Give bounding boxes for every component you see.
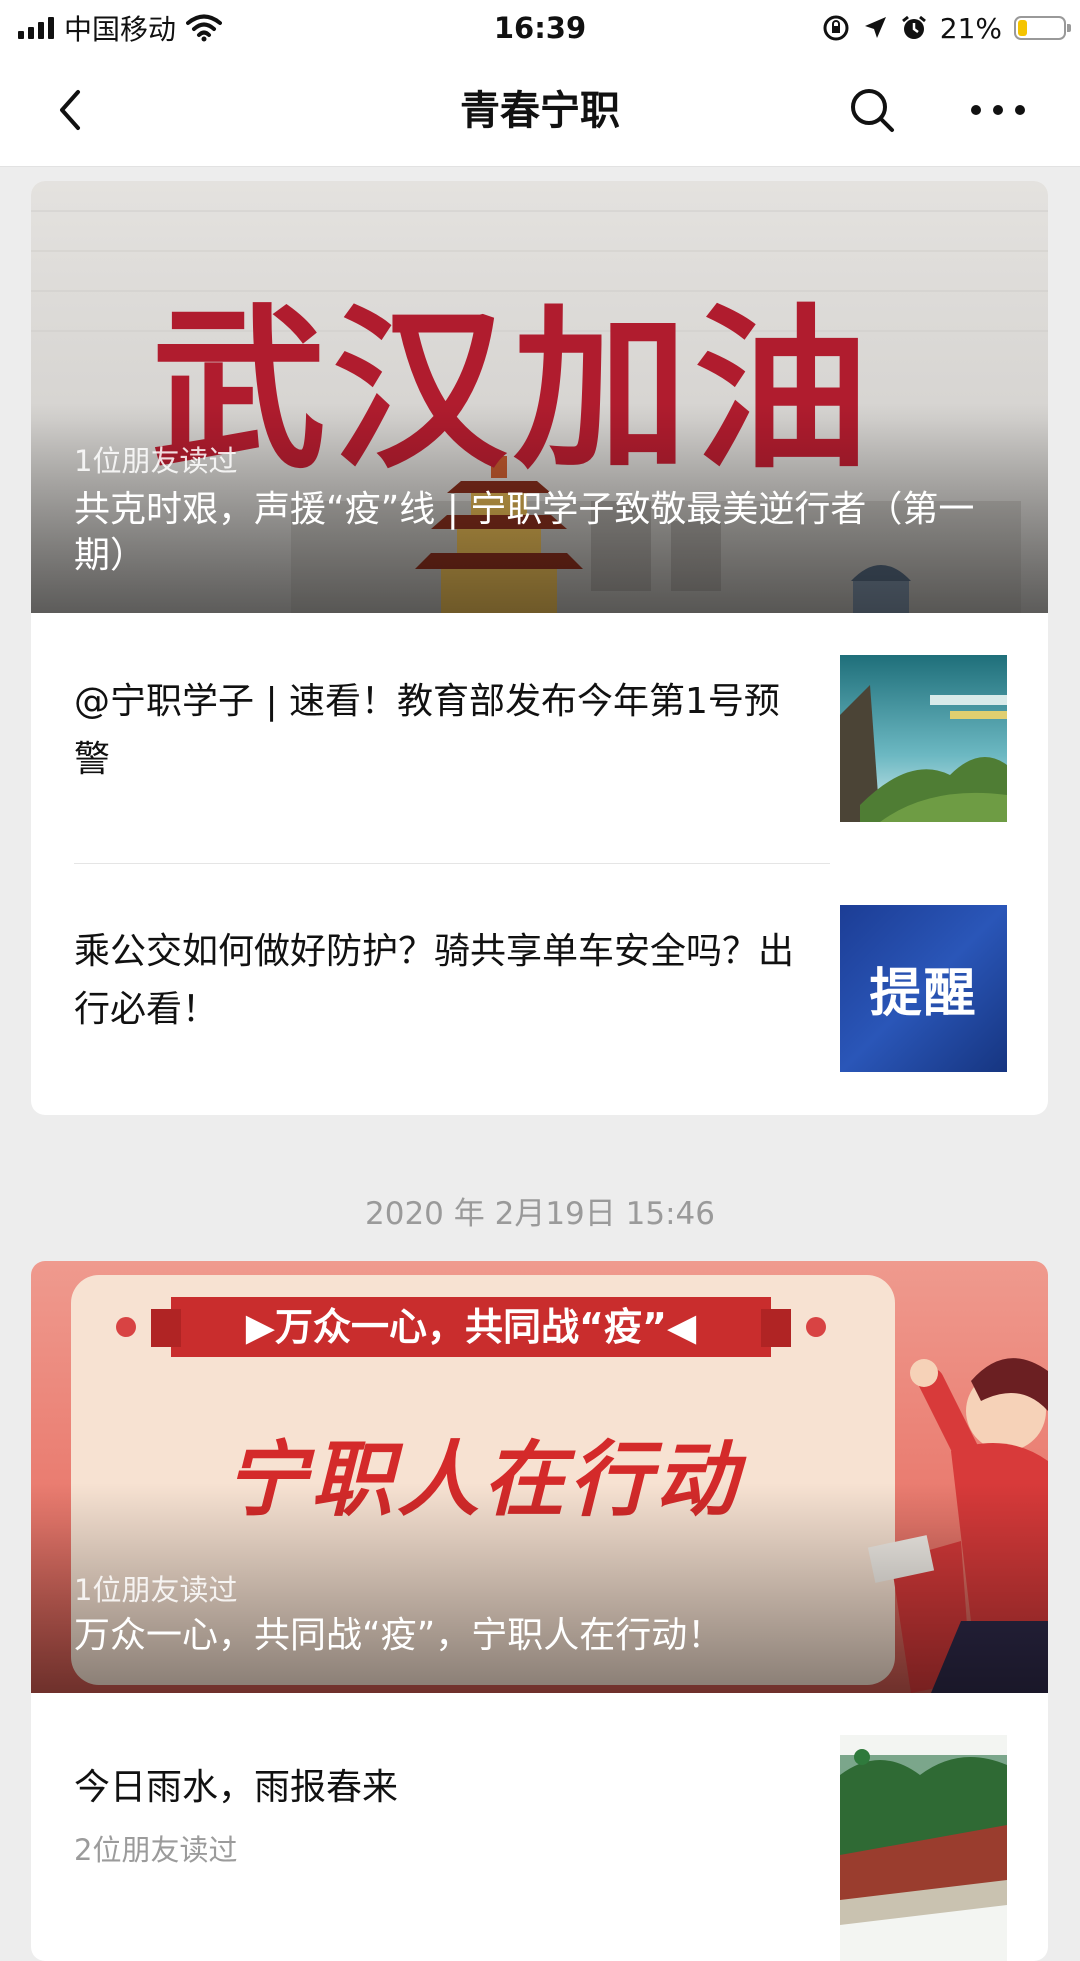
article-readers-count: 2位朋友读过: [74, 1833, 238, 1867]
article-list-item[interactable]: 乘公交如何做好防护？骑共享单车安全吗？出行必看！ 提醒: [31, 863, 1048, 1113]
featured-article[interactable]: ▶万众一心，共同战“疫”◀ 宁职人在行动 1位朋友读过 万众一心，共同战“疫”，…: [31, 1261, 1048, 1693]
article-thumbnail: [840, 1735, 1007, 1961]
thumbnail-text: 提醒: [869, 964, 978, 1024]
orientation-lock-icon: [823, 15, 849, 41]
article-title: @宁职学子 | 速看！教育部发布今年第1号预警: [74, 681, 780, 780]
article-thumbnail: [840, 655, 1007, 822]
battery-percent: 21%: [939, 11, 1002, 45]
alarm-icon: [901, 15, 926, 39]
article-list-item[interactable]: @宁职学子 | 速看！教育部发布今年第1号预警: [31, 613, 1048, 863]
article-group-card: 武汉加油 1位朋友读过 共克时艰，声援“疫”线 | 宁职学子致敬最美逆行者（第一…: [31, 181, 1048, 1115]
page-title: 青春宁职: [460, 88, 620, 134]
article-list-item[interactable]: 今日雨水，雨报春来 2位朋友读过: [31, 1693, 1048, 1961]
article-title: 乘公交如何做好防护？骑共享单车安全吗？出行必看！: [74, 931, 795, 1030]
more-dots-icon[interactable]: [966, 82, 1030, 138]
battery-icon: [1014, 16, 1071, 40]
article-thumbnail: 提醒: [840, 905, 1007, 1072]
article-group-card: ▶万众一心，共同战“疫”◀ 宁职人在行动 1位朋友读过 万众一心，共同战“疫”，…: [31, 1261, 1048, 1961]
hero-readers-count: 1位朋友读过: [74, 1573, 238, 1607]
hero-title: 万众一心，共同战“疫”，宁职人在行动！: [74, 1615, 724, 1656]
hero-ribbon-text: ▶万众一心，共同战“疫”◀: [245, 1305, 697, 1349]
status-bar: 中国移动 16:39 21%: [0, 0, 1080, 56]
article-title: 今日雨水，雨报春来: [74, 1767, 399, 1808]
hero-readers-count: 1位朋友读过: [74, 444, 238, 478]
publish-date-label: 2020 年 2月19日 15:46: [365, 1196, 715, 1232]
search-icon[interactable]: [844, 82, 900, 138]
featured-article[interactable]: 武汉加油 1位朋友读过 共克时艰，声援“疫”线 | 宁职学子致敬最美逆行者（第一…: [31, 181, 1048, 613]
nav-bar: 青春宁职: [0, 56, 1080, 167]
hero-title: 共克时艰，声援“疫”线 | 宁职学子致敬最美逆行者（第一期）: [74, 489, 975, 576]
location-icon: [864, 17, 886, 38]
